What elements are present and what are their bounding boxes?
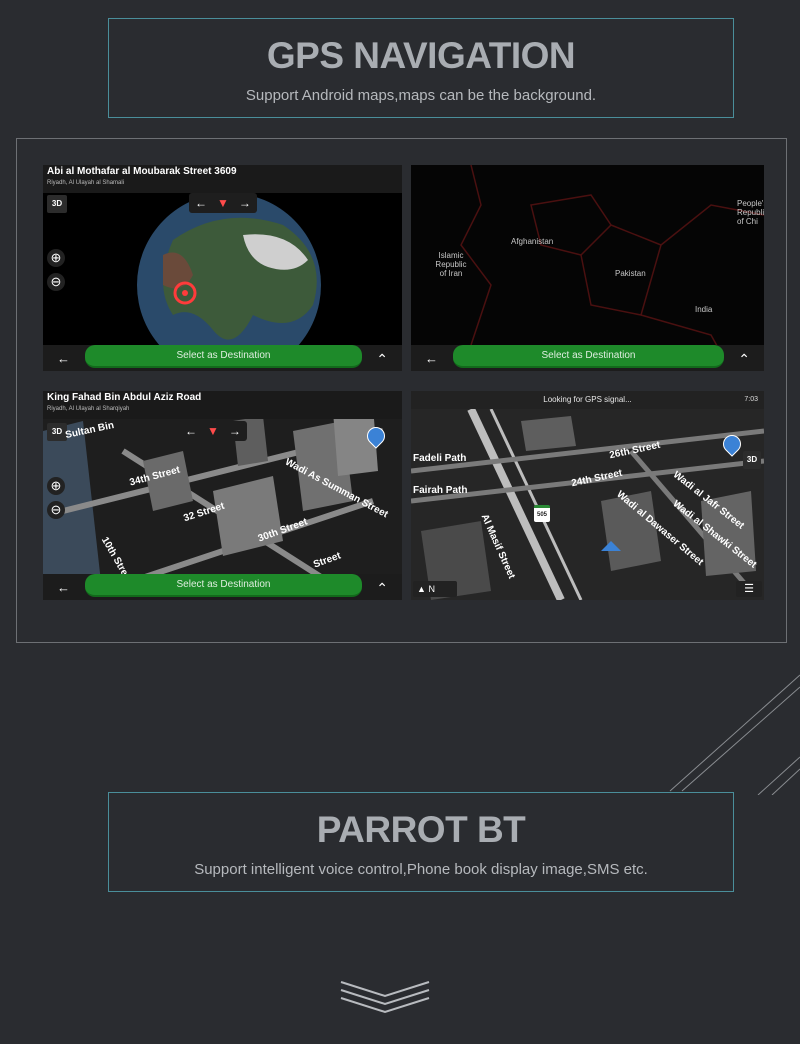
parrot-bt-header: PARROT BT Support intelligent voice cont… bbox=[108, 792, 734, 892]
arrow-right-icon[interactable]: → bbox=[239, 193, 251, 213]
gps-navigation-subtitle: Support Android maps,maps can be the bac… bbox=[245, 87, 597, 104]
map-label-iran: Islamic Republic of Iran bbox=[435, 251, 467, 278]
city-address-title: King Fahad Bin Abdul Aziz Road bbox=[47, 392, 202, 403]
arrow-left-icon[interactable]: ← bbox=[195, 193, 207, 213]
zoom-in-icon[interactable]: ⊕ bbox=[47, 477, 65, 495]
chevron-up-icon[interactable]: ⌃ bbox=[376, 580, 388, 597]
heading-indicator[interactable]: ▲ N bbox=[413, 581, 457, 597]
compass-icon[interactable]: ▼ bbox=[217, 193, 229, 213]
city-bottom-bar: ← Select as Destination ⌃ bbox=[43, 574, 402, 600]
gps-navigation-header: GPS NAVIGATION Support Android maps,maps… bbox=[108, 18, 734, 118]
globe-bottom-bar: ← Select as Destination ⌃ bbox=[43, 345, 402, 371]
map-label-china: People's Republic of Chi bbox=[737, 199, 764, 226]
nav-3d-button[interactable]: 3D bbox=[743, 451, 761, 469]
city-address-bar: King Fahad Bin Abdul Aziz Road Riyadh, A… bbox=[43, 391, 402, 419]
map-label-pakistan: Pakistan bbox=[615, 269, 646, 278]
globe-address-subtitle: Riyadh, Al Ulayah al Shamali bbox=[47, 180, 125, 186]
zoom-out-icon[interactable]: ⊖ bbox=[47, 273, 65, 291]
region-bottom-bar: ← Select as Destination ⌃ bbox=[411, 345, 764, 371]
parrot-bt-title: PARROT BT bbox=[316, 809, 526, 850]
map-label-afghanistan: Afghanistan bbox=[511, 237, 554, 246]
globe-map-panel: Abi al Mothafar al Moubarak Street 3609 … bbox=[43, 165, 402, 371]
zoom-in-icon[interactable]: ⊕ bbox=[47, 249, 65, 267]
gps-status-bar: Looking for GPS signal... 7:03 bbox=[411, 391, 764, 409]
select-destination-button[interactable]: Select as Destination bbox=[453, 345, 724, 368]
back-arrow-icon[interactable]: ← bbox=[425, 351, 438, 366]
clock-text: 7:03 bbox=[744, 396, 758, 403]
globe-nav-arrows: ← ▼ → bbox=[189, 193, 257, 213]
screenshots-frame: Abi al Mothafar al Moubarak Street 3609 … bbox=[16, 138, 787, 643]
city-nav-arrows: ← ▼ → bbox=[179, 421, 247, 441]
scroll-down-chevron-icon[interactable] bbox=[337, 976, 433, 1016]
gps-navigation-title: GPS NAVIGATION bbox=[266, 35, 576, 76]
city-address-subtitle: Riyadh, Al Ulayah al Sharqiyah bbox=[47, 406, 130, 412]
arrow-right-icon[interactable]: → bbox=[229, 421, 241, 441]
menu-icon[interactable]: ☰ bbox=[736, 581, 762, 597]
route-shield: 505 bbox=[534, 505, 550, 522]
select-destination-button[interactable]: Select as Destination bbox=[85, 574, 362, 597]
back-arrow-icon[interactable]: ← bbox=[57, 580, 70, 595]
street-label: Fadeli Path bbox=[413, 453, 467, 464]
navigation-panel: Looking for GPS signal... 7:03 Fadeli Pa… bbox=[411, 391, 764, 600]
city-3d-panel: King Fahad Bin Abdul Aziz Road Riyadh, A… bbox=[43, 391, 402, 600]
gps-status-text: Looking for GPS signal... bbox=[543, 395, 632, 404]
globe-3d-button[interactable]: 3D bbox=[47, 195, 67, 213]
globe-address-title: Abi al Mothafar al Moubarak Street 3609 bbox=[47, 166, 237, 177]
back-arrow-icon[interactable]: ← bbox=[57, 351, 70, 366]
select-destination-button[interactable]: Select as Destination bbox=[85, 345, 362, 368]
chevron-up-icon[interactable]: ⌃ bbox=[738, 351, 750, 368]
globe-address-bar: Abi al Mothafar al Moubarak Street 3609 … bbox=[43, 165, 402, 193]
heading-text: N bbox=[428, 584, 435, 594]
region-map-panel: Afghanistan Islamic Republic of Iran Pak… bbox=[411, 165, 764, 371]
chevron-up-icon[interactable]: ⌃ bbox=[376, 351, 388, 368]
decorative-lines bbox=[669, 674, 800, 795]
zoom-out-icon[interactable]: ⊖ bbox=[47, 501, 65, 519]
chevron-up-icon: ▲ bbox=[417, 584, 426, 594]
parrot-bt-subtitle: Support intelligent voice control,Phone … bbox=[194, 861, 648, 878]
arrow-left-icon[interactable]: ← bbox=[185, 421, 197, 441]
map-label-india: India bbox=[695, 305, 713, 314]
street-label: Fairah Path bbox=[413, 485, 468, 496]
compass-icon[interactable]: ▼ bbox=[207, 421, 219, 441]
